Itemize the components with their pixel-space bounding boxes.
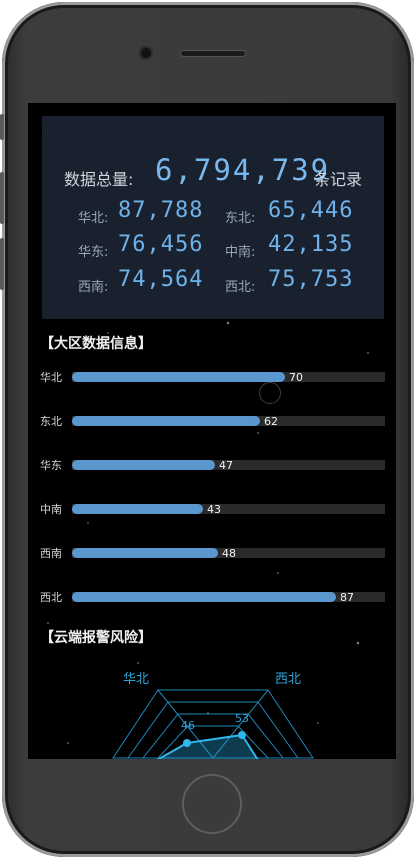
regional-section-title: 【大区数据信息】 xyxy=(40,336,152,352)
volume-up-button xyxy=(0,172,4,224)
total-value: 6,794,739 xyxy=(155,153,331,187)
volume-down-button xyxy=(0,238,4,290)
phone-frame: 数据总量: 6,794,739 条记录 华北: 87,788 东北: 65,44… xyxy=(0,2,414,857)
region-value-zhongnan: 42,135 xyxy=(268,232,354,257)
total-unit: 条记录 xyxy=(314,170,363,189)
bar-label: 西北 xyxy=(40,591,62,604)
region-label-zhongnan: 中南: xyxy=(225,245,256,260)
bar-label: 东北 xyxy=(40,415,62,428)
region-label-huabei: 华北: xyxy=(78,211,109,226)
bar-label: 西南 xyxy=(40,547,62,560)
front-camera xyxy=(141,48,151,58)
bar-label: 华东 xyxy=(40,459,62,472)
region-value-huadong: 76,456 xyxy=(118,232,204,257)
region-value-dongbei: 65,446 xyxy=(268,198,354,223)
bar-row: 东北 62 xyxy=(28,413,396,429)
region-label-xibei: 西北: xyxy=(225,280,256,295)
bar-track: 47 xyxy=(72,459,385,472)
bar-value: 47 xyxy=(219,459,233,472)
bar-row: 华北 70 xyxy=(28,369,396,385)
mute-switch xyxy=(0,114,4,140)
bar-value: 48 xyxy=(222,547,236,560)
bar-label: 中南 xyxy=(40,503,62,516)
bar-track: 87 xyxy=(72,591,385,604)
earpiece-speaker xyxy=(180,50,246,57)
total-label: 数据总量: xyxy=(64,170,134,189)
radar-label-xibei: 西北 xyxy=(275,672,302,687)
bar-fill xyxy=(72,592,336,602)
region-label-dongbei: 东北: xyxy=(225,211,256,226)
bar-fill xyxy=(72,416,260,426)
radar-point-xibei xyxy=(238,731,246,739)
bar-value: 70 xyxy=(289,371,303,384)
bar-fill xyxy=(72,504,203,514)
bar-value: 87 xyxy=(340,591,354,604)
home-button[interactable] xyxy=(182,774,242,834)
radar-value-xibei: 53 xyxy=(235,712,249,725)
bar-label: 华北 xyxy=(40,371,62,384)
bar-row: 西北 87 xyxy=(28,589,396,605)
bar-fill xyxy=(72,460,215,470)
bar-track: 43 xyxy=(72,503,385,516)
bar-row: 中南 43 xyxy=(28,501,396,517)
bar-fill xyxy=(72,548,218,558)
bar-value: 62 xyxy=(264,415,278,428)
alarm-section-title: 【云端报警风险】 xyxy=(40,630,152,646)
radar-label-huabei: 华北 xyxy=(123,672,150,687)
dashboard-screen: 数据总量: 6,794,739 条记录 华北: 87,788 东北: 65,44… xyxy=(28,103,396,759)
bar-row: 西南 48 xyxy=(28,545,396,561)
bar-value: 43 xyxy=(207,503,221,516)
bar-track: 62 xyxy=(72,415,385,428)
region-value-xinan: 74,564 xyxy=(118,267,204,292)
data-summary-panel: 数据总量: 6,794,739 条记录 华北: 87,788 东北: 65,44… xyxy=(42,116,384,319)
radar-value-huabei: 46 xyxy=(181,719,195,732)
bar-track: 48 xyxy=(72,547,385,560)
alarm-radar-chart xyxy=(112,689,314,759)
bar-row: 华东 47 xyxy=(28,457,396,473)
region-label-huadong: 华东: xyxy=(78,245,109,260)
bar-fill xyxy=(72,372,285,382)
region-value-huabei: 87,788 xyxy=(118,198,204,223)
loading-ring-icon xyxy=(259,382,281,404)
region-value-xibei: 75,753 xyxy=(268,267,354,292)
bar-track: 70 xyxy=(72,371,385,384)
radar-point-huabei xyxy=(183,739,191,747)
region-label-xinan: 西南: xyxy=(78,280,109,295)
